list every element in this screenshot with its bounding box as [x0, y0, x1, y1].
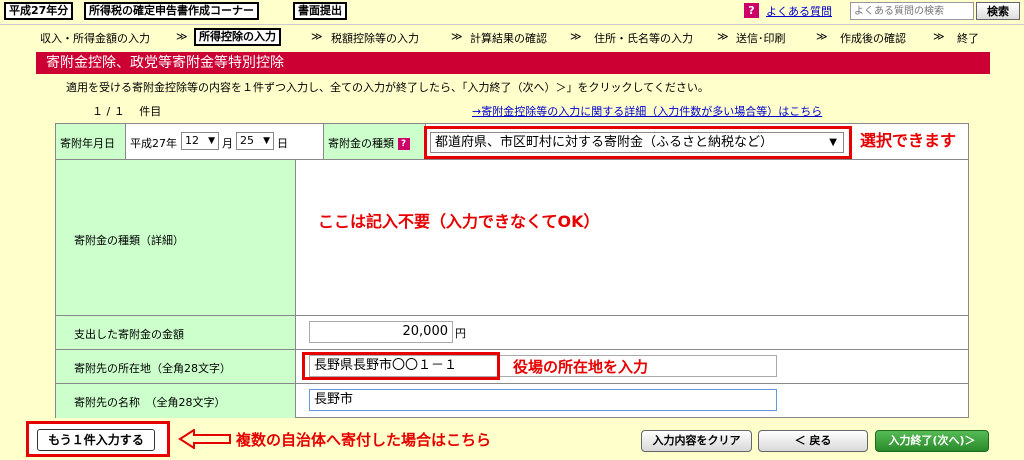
record-count: １ / １ 件目 — [92, 105, 162, 118]
top-bar: 平成27年分 所得税の確定申告書作成コーナー 書面提出 ? よくある質問 検索 — [0, 0, 1024, 22]
year-tag: 平成27年分 — [4, 2, 74, 20]
step-end: 終了 — [957, 32, 979, 45]
section-title: 寄附金控除、政党等寄附金等特別控除 — [36, 52, 990, 74]
address-highlight — [302, 352, 500, 380]
not-required-annotation: ここは記入不要（入力できなくてOK） — [318, 212, 600, 231]
step-separator: ≫ — [570, 30, 582, 43]
paper-submission-tag: 書面提出 — [293, 2, 347, 20]
step-address-name: 住所・氏名等の入力 — [594, 32, 693, 45]
type-label: 寄附金の種類 ? — [328, 135, 410, 151]
step-post-check: 作成後の確認 — [840, 32, 906, 45]
era-label: 平成27年 — [130, 137, 177, 150]
day-select[interactable]: 25 ▼ — [236, 132, 274, 150]
step-send-print: 送信･印刷 — [736, 32, 786, 45]
step-separator: ≫ — [717, 30, 729, 43]
chevron-down-icon: ▼ — [263, 136, 270, 146]
address-annotation: 役場の所在地を入力 — [513, 358, 649, 376]
donation-type-select[interactable]: 都道府県、市区町村に対する寄附金（ふるさと納税など） ▼ — [430, 132, 844, 153]
clear-button[interactable]: 入力内容をクリア — [641, 430, 752, 452]
chevron-down-icon: ▼ — [208, 136, 215, 146]
type-detail-area — [296, 160, 969, 316]
amount-label: 支出した寄附金の金額 — [74, 328, 184, 341]
name-label-cell: 寄附先の名称 （全角28文字） — [56, 384, 296, 418]
step-separator: ≫ — [451, 30, 463, 43]
day-unit: 日 — [277, 137, 288, 150]
back-button[interactable]: ＜ 戻る — [758, 430, 868, 452]
name-input[interactable]: 長野市 — [309, 389, 777, 411]
add-another-button[interactable]: もう１件入力する — [37, 429, 155, 451]
date-label: 寄附年月日 — [60, 137, 115, 150]
date-input-cell: 平成27年 12 ▼ 月 25 ▼ 日 — [126, 124, 324, 160]
step-deductions-active: 所得控除の入力 — [194, 28, 281, 46]
instruction-text: 適用を受ける寄附金控除等の内容を１件ずつ入力し、全ての入力が終了したら、「入力終… — [66, 81, 709, 94]
amount-label-cell: 支出した寄附金の金額 — [56, 316, 296, 350]
address-label: 寄附先の所在地（全角28文字） — [74, 362, 231, 375]
address-label-cell: 寄附先の所在地（全角28文字） — [56, 350, 296, 384]
type-select-highlight: 都道府県、市区町村に対する寄附金（ふるさと納税など） ▼ — [424, 126, 852, 159]
name-label: 寄附先の名称 （全角28文字） — [74, 396, 226, 409]
finish-next-button[interactable]: 入力終了(次へ)＞ — [875, 430, 989, 452]
faq-link[interactable]: よくある質問 — [766, 3, 832, 19]
step-separator: ≫ — [933, 30, 945, 43]
month-select[interactable]: 12 ▼ — [181, 132, 219, 150]
step-separator: ≫ — [176, 30, 188, 43]
month-value: 12 — [185, 134, 199, 147]
search-button[interactable]: 検索 — [976, 2, 1020, 20]
step-separator: ≫ — [816, 30, 828, 43]
corner-tag: 所得税の確定申告書作成コーナー — [84, 2, 259, 20]
faq-search-input[interactable] — [850, 2, 974, 20]
detail-help-link[interactable]: →寄附金控除等の入力に関する詳細（入力件数が多い場合等）はこちら — [472, 103, 822, 119]
selectable-annotation: 選択できます — [860, 131, 957, 150]
step-separator: ≫ — [311, 30, 323, 43]
faq-help-icon[interactable]: ? — [744, 3, 759, 18]
step-navigation: 収入・所得金額の入力 ≫ 所得控除の入力 ≫ 税額控除等の入力 ≫ 計算結果の確… — [0, 24, 1024, 48]
amount-unit: 円 — [455, 327, 466, 340]
chevron-down-icon: ▼ — [829, 137, 837, 148]
multiple-annotation: 複数の自治体へ寄付した場合はこちら — [236, 431, 492, 449]
type-label-text: 寄附金の種類 — [328, 137, 394, 150]
type-detail-label-cell: 寄附金の種類（詳細） — [56, 160, 296, 316]
type-label-cell: 寄附金の種類 ? — [324, 124, 426, 160]
month-unit: 月 — [222, 137, 233, 150]
amount-input[interactable]: 20,000 — [309, 321, 453, 343]
donation-type-value: 都道府県、市区町村に対する寄附金（ふるさと納税など） — [435, 135, 774, 150]
step-income: 収入・所得金額の入力 — [40, 32, 150, 45]
step-calc-result: 計算結果の確認 — [470, 32, 547, 45]
left-arrow-icon — [178, 429, 231, 449]
step-tax-credits: 税額控除等の入力 — [331, 32, 419, 45]
type-detail-label: 寄附金の種類（詳細） — [74, 234, 184, 247]
date-label-cell: 寄附年月日 — [56, 124, 126, 160]
help-icon[interactable]: ? — [397, 138, 410, 150]
add-another-highlight: もう１件入力する — [26, 421, 170, 457]
day-value: 25 — [240, 134, 254, 147]
